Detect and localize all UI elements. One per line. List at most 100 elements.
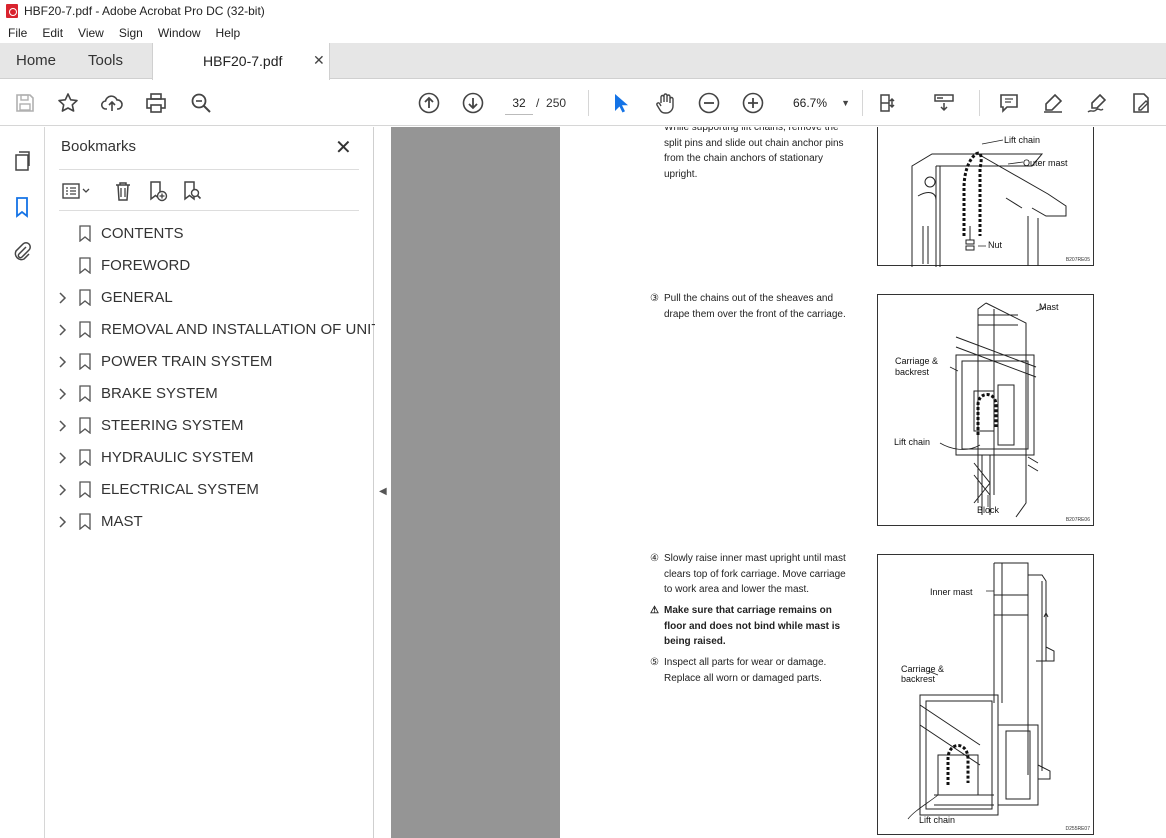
chevron-right-icon[interactable] <box>57 291 69 305</box>
sign-icon[interactable] <box>1084 90 1110 116</box>
tab-document[interactable]: HBF20-7.pdf ✕ <box>152 43 330 80</box>
bookmark-item[interactable]: HYDRAULIC SYSTEM <box>45 442 374 474</box>
label-carriage: Carriage & <box>901 664 945 674</box>
chevron-right-icon[interactable] <box>57 323 69 337</box>
scroll-mode-icon[interactable] <box>931 90 957 116</box>
label-block: Block <box>977 505 1000 515</box>
text-line: Make sure that carriage remains on <box>664 605 832 616</box>
text-line: being raised. <box>664 636 726 647</box>
bookmarks-panel-icon[interactable] <box>10 195 34 219</box>
zoom-select[interactable]: 66.7% ▼ <box>786 91 854 115</box>
bookmark-item[interactable]: ELECTRICAL SYSTEM <box>45 474 374 506</box>
page-number-input[interactable]: 32 <box>505 91 533 115</box>
text-line: floor and does not bind while mast is <box>664 620 841 632</box>
total-pages: 250 <box>546 96 567 110</box>
step-number: ⑤ <box>650 657 659 668</box>
new-bookmark-icon[interactable] <box>145 179 169 203</box>
pointer-icon[interactable] <box>607 90 633 116</box>
document-view[interactable]: While supporting lift chains, remove the… <box>391 127 1166 838</box>
chevron-right-icon[interactable] <box>57 483 69 497</box>
menu-view[interactable]: View <box>70 26 111 40</box>
label-inner-mast: Inner mast <box>930 587 973 597</box>
tab-bar: Home Tools HBF20-7.pdf ✕ <box>0 43 1166 80</box>
page-thumbnails-icon[interactable] <box>10 149 34 173</box>
edit-pdf-icon[interactable] <box>1128 90 1154 116</box>
carriage-illustration <box>939 302 1047 518</box>
bookmark-item[interactable]: BRAKE SYSTEM <box>45 378 374 410</box>
next-page-icon[interactable] <box>460 90 486 116</box>
bookmark-item[interactable]: FOREWORD <box>45 250 374 282</box>
text-line: clears top of fork carriage. Move carria… <box>664 568 846 580</box>
bookmark-label: MAST <box>101 513 143 530</box>
menu-edit[interactable]: Edit <box>34 26 70 40</box>
menu-help[interactable]: Help <box>208 26 248 40</box>
bookmark-list: CONTENTS FOREWORD GENERAL REMOVAL AND INSTA… <box>45 218 381 538</box>
bookmarks-toolbar <box>59 169 359 211</box>
star-icon[interactable] <box>55 90 81 116</box>
tab-home[interactable]: Home <box>16 43 56 79</box>
bookmark-label: POWER TRAIN SYSTEM <box>101 353 273 370</box>
acrobat-icon <box>6 4 18 18</box>
inner-mast-illustration <box>907 562 1055 820</box>
chevron-right-icon[interactable] <box>57 387 69 401</box>
chevron-right-icon[interactable] <box>57 419 69 433</box>
bookmarks-panel: Bookmarks ✕ CONTENTS FOREWORD GENERAL REMOV… <box>45 127 381 838</box>
menu-file[interactable]: File <box>0 26 34 40</box>
hand-icon[interactable] <box>652 90 678 116</box>
delete-bookmark-icon[interactable] <box>111 179 135 203</box>
attachments-icon[interactable] <box>10 240 34 264</box>
bookmark-label: BRAKE SYSTEM <box>101 385 218 402</box>
bookmark-label: ELECTRICAL SYSTEM <box>101 481 259 498</box>
menu-bar: File Edit View Sign Window Help <box>0 22 1166 43</box>
bookmark-item[interactable]: POWER TRAIN SYSTEM <box>45 346 374 378</box>
bookmark-item[interactable]: GENERAL <box>45 282 374 314</box>
chevron-right-icon[interactable] <box>57 355 69 369</box>
close-icon[interactable]: ✕ <box>335 135 352 160</box>
mast-top-illustration <box>911 139 1067 267</box>
upload-icon[interactable] <box>99 90 125 116</box>
label-lift-chain: Lift chain <box>894 437 931 447</box>
label-lift-chain: Lift chain <box>1004 135 1041 145</box>
zoom-in-icon[interactable] <box>740 90 766 116</box>
figure-lift-chain-anchor: Lift chain Outer mast Nut B207RE05 <box>877 127 1094 267</box>
bookmark-icon <box>79 225 91 243</box>
window-title: HBF20-7.pdf - Adobe Acrobat Pro DC (32-b… <box>24 4 265 18</box>
figure-inner-mast: Inner mast Carriage & backrest Lift chai… <box>877 554 1094 835</box>
zoom-out-icon[interactable] <box>696 90 722 116</box>
panel-collapse-handle[interactable]: ◀ <box>375 127 391 838</box>
print-icon[interactable] <box>143 90 169 116</box>
pdf-page: While supporting lift chains, remove the… <box>560 127 1166 838</box>
close-tab-icon[interactable]: ✕ <box>313 52 325 69</box>
bookmark-item[interactable]: CONTENTS <box>45 218 374 250</box>
left-nav-rail <box>0 127 45 838</box>
comment-icon[interactable] <box>996 90 1022 116</box>
bookmark-label: GENERAL <box>101 289 173 306</box>
save-icon[interactable] <box>12 90 38 116</box>
bookmark-options-icon[interactable] <box>61 179 90 203</box>
fit-page-icon[interactable] <box>876 90 902 116</box>
chevron-right-icon[interactable] <box>57 451 69 465</box>
bookmark-item[interactable]: REMOVAL AND INSTALLATION OF UNIT <box>45 314 381 346</box>
bookmark-icon <box>79 481 91 499</box>
bookmark-label: HYDRAULIC SYSTEM <box>101 449 254 466</box>
find-bookmark-icon[interactable] <box>179 179 203 203</box>
label-nut: Nut <box>988 240 1003 250</box>
menu-window[interactable]: Window <box>150 26 208 40</box>
bookmark-item[interactable]: STEERING SYSTEM <box>45 410 374 442</box>
figure-code: B207RE05 <box>1065 257 1090 263</box>
prev-page-icon[interactable] <box>416 90 442 116</box>
bookmarks-title: Bookmarks <box>61 138 137 155</box>
magnify-icon[interactable] <box>188 90 214 116</box>
menu-sign[interactable]: Sign <box>111 26 150 40</box>
bookmark-item[interactable]: MAST <box>45 506 374 538</box>
tab-tools[interactable]: Tools <box>88 43 123 79</box>
figure-code: B207RE06 <box>1065 517 1090 523</box>
bookmark-label: REMOVAL AND INSTALLATION OF UNIT <box>101 321 381 338</box>
bookmark-label: STEERING SYSTEM <box>101 417 244 434</box>
toolbar-divider <box>588 90 589 116</box>
chevron-right-icon[interactable] <box>57 515 69 529</box>
collapse-left-icon[interactable]: ◀ <box>379 486 387 497</box>
bookmark-icon <box>79 289 91 307</box>
page-count: / 250 <box>536 91 566 115</box>
highlight-icon[interactable] <box>1040 90 1066 116</box>
